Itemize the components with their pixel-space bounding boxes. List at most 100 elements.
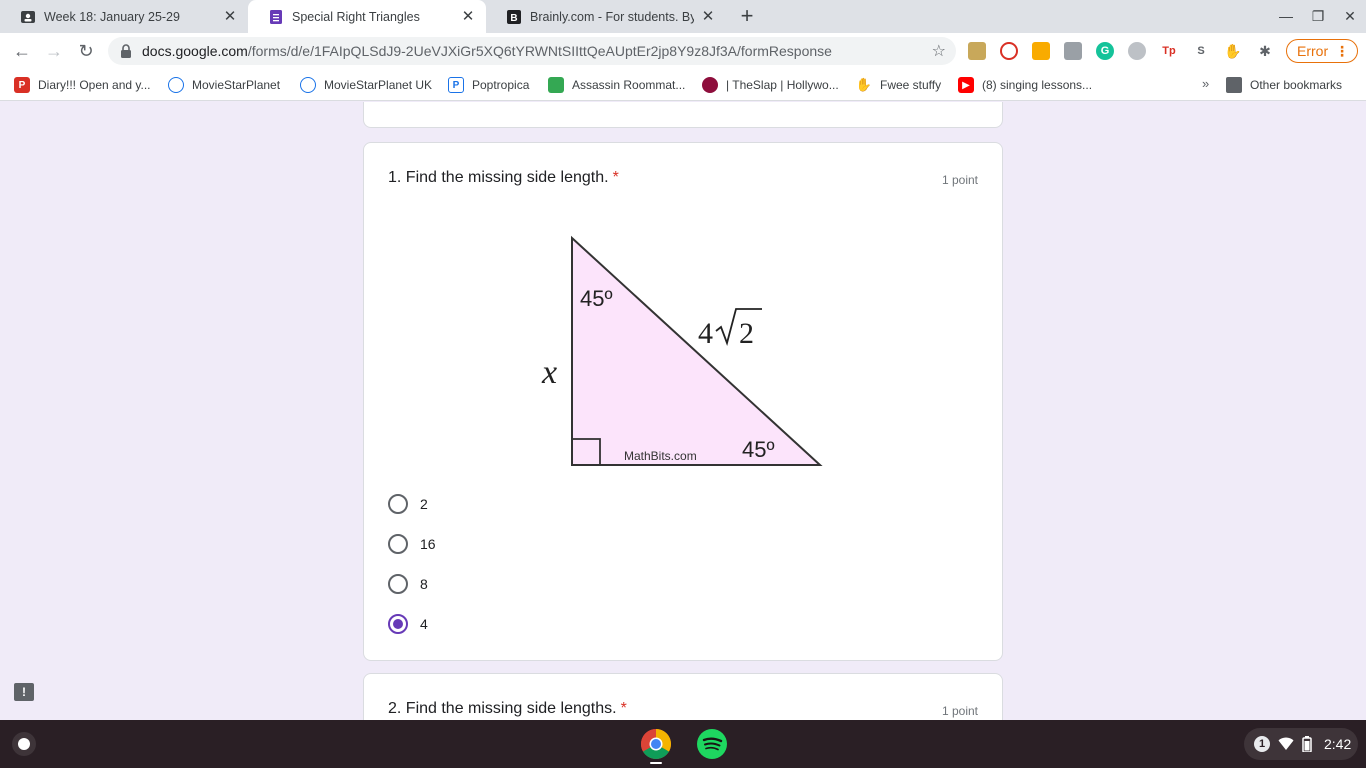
question-title: 1. Find the missing side length. * [388,169,619,186]
bookmark-moviestarplanet-uk[interactable]: MovieStarPlanet UK [300,76,432,94]
previous-card [363,102,1003,128]
bookmark-poptropica[interactable]: P Poptropica [448,76,529,94]
question-card-2: 2. Find the missing side lengths. * 1 poi… [363,673,1003,720]
browser-toolbar: ← → ↻ docs.google.com/forms/d/e/1FAIpQLS… [0,33,1366,69]
hypotenuse-coefficient: 4 [698,317,713,350]
option-8[interactable]: 8 [388,564,436,604]
radio-button[interactable] [388,534,408,554]
extension-tp-icon[interactable]: Tp [1160,42,1178,60]
tab-title: Special Right Triangles [292,9,420,24]
reload-icon[interactable]: ↻ [74,39,98,63]
extension-discord-icon[interactable] [1128,42,1146,60]
radio-button[interactable] [388,494,408,514]
bookmark-star-icon[interactable]: ☆ [932,41,946,61]
radio-button[interactable] [388,574,408,594]
url-text[interactable]: docs.google.com/forms/d/e/1FAIpQLSdJ9-2U… [142,43,832,59]
bookmarks-overflow-icon[interactable]: » [1202,76,1209,91]
option-16[interactable]: 16 [388,524,436,564]
poptropica-icon: P [448,77,464,93]
os-shelf: 1 2:42 [0,720,1366,768]
option-4[interactable]: 4 [388,604,436,644]
close-window-icon[interactable]: ✕ [1340,6,1360,26]
tab-title: Brainly.com - For students. By st [530,9,694,24]
close-tab-icon[interactable]: ✕ [460,8,476,25]
option-label: 8 [420,576,428,592]
tab-week-18[interactable]: Week 18: January 25-29 ✕ [0,0,248,33]
angle-label-top: 45º [580,286,613,311]
watermark-text: MathBits.com [624,449,697,463]
question-title: 2. Find the missing side lengths. * [388,700,627,717]
handshake-icon: ✋ [855,77,873,93]
required-mark: * [620,700,627,717]
report-feedback-icon[interactable]: ! [14,683,34,701]
extensions-puzzle-icon[interactable]: ✱ [1256,42,1274,60]
option-label: 16 [420,536,436,552]
active-app-indicator [650,762,662,764]
spotify-icon[interactable] [696,728,728,760]
battery-icon [1302,736,1312,752]
globe-icon [168,77,184,93]
svg-text:B: B [510,13,517,24]
address-bar[interactable]: docs.google.com/forms/d/e/1FAIpQLSdJ9-2U… [108,37,956,65]
forward-arrow-icon[interactable]: → [42,39,66,63]
profile-error-button[interactable]: Error ⋮ [1286,39,1358,63]
question-points: 1 point [941,173,978,187]
clock-time: 2:42 [1324,736,1352,752]
more-menu-icon[interactable]: ⋮ [1335,40,1349,62]
question-points: 1 point [941,704,978,718]
restore-icon[interactable]: ❐ [1308,6,1328,26]
brainly-icon: B [506,9,522,25]
theslap-icon [702,77,718,93]
grammarly-icon[interactable]: G [1096,42,1114,60]
answer-options: 2 16 8 4 [388,484,436,644]
classroom-icon [20,9,36,25]
wifi-icon [1278,737,1294,750]
new-tab-button[interactable]: + [734,4,760,30]
form-page: 1. Find the missing side length. * 1 poin… [0,102,1366,720]
hypotenuse-radicand: 2 [739,317,754,350]
triangle-figure: 45º 45º MathBits.com x 4 2 [541,235,823,466]
angle-label-bottom: 45º [742,437,775,462]
option-label: 4 [420,616,428,632]
bookmark-moviestarplanet[interactable]: MovieStarPlanet [168,76,280,94]
bookmarks-bar: P Diary!!! Open and y... MovieStarPlanet… [0,69,1366,101]
required-mark: * [612,169,619,186]
close-tab-icon[interactable]: ✕ [700,8,716,25]
tab-title: Week 18: January 25-29 [44,9,180,24]
launcher-icon[interactable] [12,732,36,756]
chrome-icon[interactable] [640,728,672,760]
minimize-icon[interactable]: — [1276,6,1296,26]
close-tab-icon[interactable]: ✕ [222,8,238,25]
extension-screen-recorder-icon[interactable] [1000,42,1018,60]
youtube-icon: ▶ [958,77,974,93]
extension-notes-icon[interactable] [968,42,986,60]
option-label: 2 [420,496,428,512]
leg-label: x [541,354,557,391]
tab-special-right-triangles[interactable]: Special Right Triangles ✕ [248,0,486,33]
lock-icon [120,44,132,58]
extension-hand-icon[interactable]: ✋ [1224,42,1242,60]
bookmark-singing-lessons[interactable]: ▶ (8) singing lessons... [958,76,1092,94]
back-arrow-icon[interactable]: ← [10,39,34,63]
globe-icon [300,77,316,93]
system-tray[interactable]: 1 2:42 [1244,728,1358,760]
tab-brainly[interactable]: B Brainly.com - For students. By st ✕ [486,0,726,33]
diary-icon: P [14,77,30,93]
bookmark-assassin-roommate[interactable]: Assassin Roommat... [548,76,685,94]
bookmark-fwee-stuffy[interactable]: ✋ Fwee stuffy [856,76,941,94]
extension-s-icon[interactable]: S [1192,42,1210,60]
bookmark-other-bookmarks[interactable]: Other bookmarks [1226,76,1342,94]
triangle-shape [571,235,823,466]
radio-button-selected[interactable] [388,614,408,634]
bookmark-diary[interactable]: P Diary!!! Open and y... [14,76,151,94]
question-card-1: 1. Find the missing side length. * 1 poin… [363,142,1003,661]
option-2[interactable]: 2 [388,484,436,524]
leaf-icon [548,77,564,93]
google-forms-icon [268,9,284,25]
extension-honey-icon[interactable] [1032,42,1050,60]
extension-copy-icon[interactable] [1064,42,1082,60]
tab-strip: Week 18: January 25-29 ✕ Special Right T… [0,0,1366,33]
bookmark-theslap[interactable]: | TheSlap | Hollywo... [702,76,839,94]
notification-count-badge[interactable]: 1 [1254,736,1270,752]
folder-icon [1226,77,1242,93]
